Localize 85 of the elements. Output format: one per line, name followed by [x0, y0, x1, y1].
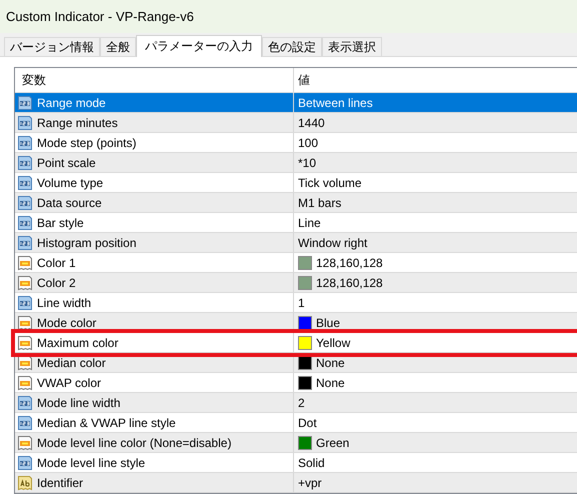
- tab[interactable]: バージョン情報: [4, 37, 100, 56]
- table-row[interactable]: Range mode Between lines: [15, 93, 577, 113]
- color-type-icon: [17, 254, 33, 270]
- parameter-name: Bar style: [37, 216, 84, 230]
- table-row[interactable]: Histogram position Window right: [15, 233, 577, 253]
- number-type-icon: [17, 154, 33, 170]
- color-type-icon: [17, 274, 33, 290]
- parameter-value: Dot: [298, 416, 317, 430]
- table-row[interactable]: Range minutes 1440: [15, 113, 577, 133]
- parameter-value: Window right: [298, 236, 368, 250]
- table-row[interactable]: Volume type Tick volume: [15, 173, 577, 193]
- parameter-value: Green: [316, 436, 350, 450]
- parameter-name: Range minutes: [37, 116, 118, 130]
- table-row[interactable]: Identifier +vpr: [15, 473, 577, 493]
- parameter-value: Between lines: [298, 96, 373, 110]
- parameter-value: None: [316, 376, 345, 390]
- color-type-icon: [17, 334, 33, 350]
- parameter-name: Color 2: [37, 276, 76, 290]
- parameter-value: None: [316, 356, 345, 370]
- parameter-name: Histogram position: [37, 236, 136, 250]
- tab[interactable]: 色の設定: [262, 37, 322, 56]
- table-row[interactable]: Data source M1 bars: [15, 193, 577, 213]
- parameter-value: +vpr: [298, 476, 322, 490]
- parameter-name: Median color: [37, 356, 106, 370]
- parameter-value: Yellow: [316, 336, 350, 350]
- number-type-icon: [17, 114, 33, 130]
- parameter-value: 1: [298, 296, 305, 310]
- parameter-value: Blue: [316, 316, 340, 330]
- table-row[interactable]: Mode level line color (None=disable) Green: [15, 433, 577, 453]
- parameter-name: Mode step (points): [37, 136, 136, 150]
- number-type-icon: [17, 454, 33, 470]
- table-row[interactable]: Mode level line style Solid: [15, 453, 577, 473]
- tab[interactable]: 全般: [100, 37, 136, 56]
- parameter-name: Identifier: [37, 476, 84, 490]
- number-type-icon: [17, 134, 33, 150]
- number-type-icon: [17, 94, 33, 110]
- number-type-icon: [17, 194, 33, 210]
- table-row[interactable]: Color 1 128,160,128: [15, 253, 577, 273]
- parameter-name: Color 1: [37, 256, 76, 270]
- color-type-icon: [17, 374, 33, 390]
- parameter-value: M1 bars: [298, 196, 342, 210]
- parameter-value: Solid: [298, 456, 325, 470]
- number-type-icon: [17, 174, 33, 190]
- table-row[interactable]: Point scale *10: [15, 153, 577, 173]
- column-header: 変数: [15, 68, 294, 92]
- table-row[interactable]: VWAP color None: [15, 373, 577, 393]
- parameter-value: 128,160,128: [316, 256, 383, 270]
- parameter-name: Data source: [37, 196, 102, 210]
- parameter-value: 100: [298, 136, 318, 150]
- parameter-value: *10: [298, 156, 316, 170]
- parameter-value: Tick volume: [298, 176, 362, 190]
- parameter-value: 128,160,128: [316, 276, 383, 290]
- parameter-name: Mode color: [37, 316, 96, 330]
- color-type-icon: [17, 314, 33, 330]
- table-row[interactable]: Mode line width 2: [15, 393, 577, 413]
- table-row[interactable]: Mode step (points) 100: [15, 133, 577, 153]
- parameter-name: Mode level line style: [37, 456, 146, 470]
- parameter-name: Median & VWAP line style: [37, 416, 176, 430]
- number-type-icon: [17, 294, 33, 310]
- parameter-name: Line width: [37, 296, 92, 310]
- parameter-name: Volume type: [37, 176, 104, 190]
- tab[interactable]: パラメーターの入力: [136, 35, 262, 57]
- parameter-name: Maximum color: [37, 336, 118, 350]
- column-header: 値: [297, 72, 311, 88]
- number-type-icon: [17, 214, 33, 230]
- parameter-value: 1440: [298, 116, 325, 130]
- table-row[interactable]: Bar style Line: [15, 213, 577, 233]
- parameter-name: Range mode: [37, 96, 106, 110]
- window-title: Custom Indicator - VP-Range-v6: [6, 9, 194, 24]
- tab[interactable]: 表示選択: [322, 37, 382, 56]
- number-type-icon: [17, 414, 33, 430]
- parameter-name: Point scale: [37, 156, 96, 170]
- table-row[interactable]: Color 2 128,160,128: [15, 273, 577, 293]
- number-type-icon: [17, 394, 33, 410]
- parameter-name: Mode line width: [37, 396, 120, 410]
- parameter-name: VWAP color: [37, 376, 102, 390]
- text-type-icon: [17, 474, 33, 490]
- color-type-icon: [17, 434, 33, 450]
- number-type-icon: [17, 234, 33, 250]
- table-row[interactable]: Line width 1: [15, 293, 577, 313]
- parameter-value: 2: [298, 396, 305, 410]
- table-row[interactable]: Median & VWAP line style Dot: [15, 413, 577, 433]
- parameter-name: Mode level line color (None=disable): [37, 436, 232, 450]
- parameter-value: Line: [298, 216, 321, 230]
- color-type-icon: [17, 354, 33, 370]
